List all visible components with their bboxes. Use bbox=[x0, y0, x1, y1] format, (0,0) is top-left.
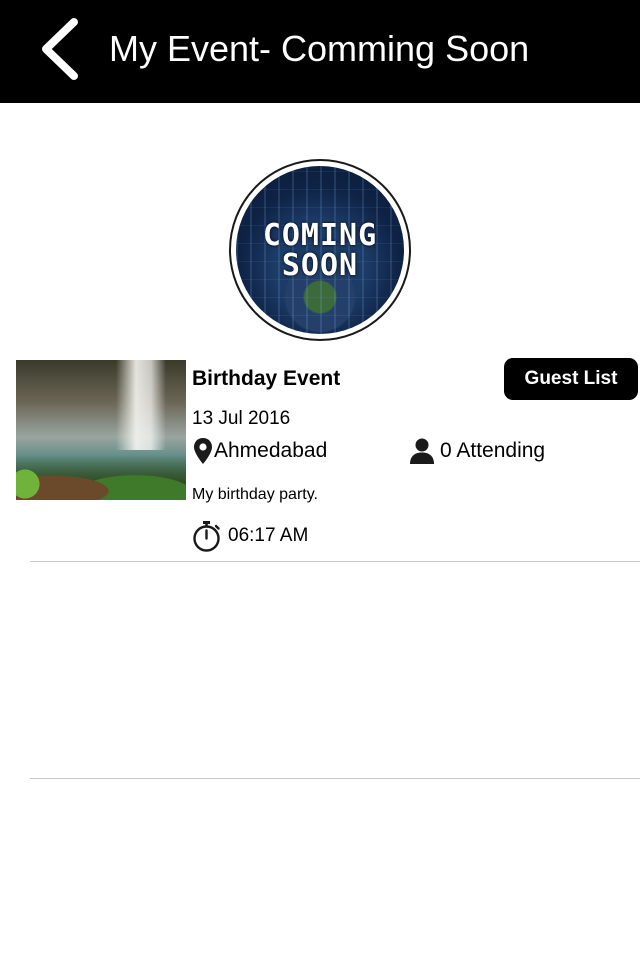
stopwatch-icon bbox=[193, 521, 220, 552]
event-location-label: Ahmedabad bbox=[214, 439, 328, 462]
badge-line-2: SOON bbox=[281, 248, 359, 283]
badge-line-1: COMING bbox=[262, 218, 378, 253]
event-description: My birthday party. bbox=[192, 486, 318, 503]
event-attending: 0 Attending bbox=[409, 437, 545, 465]
back-button[interactable] bbox=[30, 14, 90, 84]
event-thumbnail[interactable] bbox=[16, 360, 186, 500]
event-time-label: 06:17 AM bbox=[228, 525, 309, 546]
badge-image: COMING SOON bbox=[236, 166, 404, 334]
event-date: 13 Jul 2016 bbox=[192, 408, 291, 429]
user-icon bbox=[410, 438, 434, 464]
event-time: 06:17 AM bbox=[192, 520, 308, 552]
page-title: My Event- Comming Soon bbox=[109, 28, 530, 69]
coming-soon-badge: COMING SOON bbox=[229, 159, 411, 341]
map-pin-icon bbox=[194, 438, 212, 464]
list-divider bbox=[30, 561, 640, 562]
attending-count: 0 Attending bbox=[440, 439, 546, 462]
header-bar: My Event- Comming Soon bbox=[0, 0, 640, 103]
event-location: Ahmedabad bbox=[192, 437, 327, 465]
event-title: Birthday Event bbox=[192, 367, 341, 390]
list-divider bbox=[30, 778, 640, 779]
chevron-left-icon bbox=[42, 18, 78, 80]
guest-list-button[interactable]: Guest List bbox=[504, 358, 638, 400]
